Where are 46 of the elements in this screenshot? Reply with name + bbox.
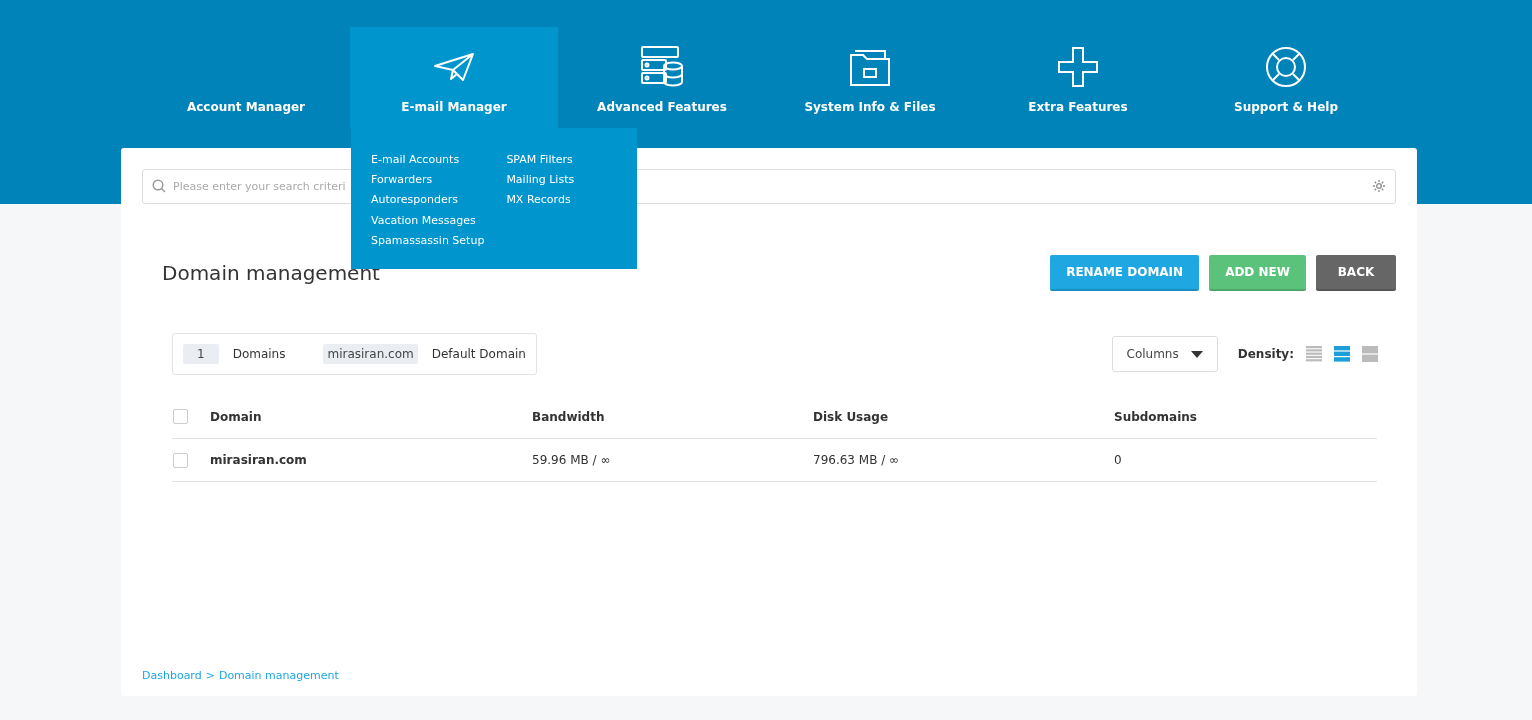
column-header[interactable]: Bandwidth: [531, 395, 812, 439]
nav-tab[interactable]: Account Manager: [142, 27, 350, 128]
paper-plane-icon: [433, 52, 475, 82]
nav-tab[interactable]: System Info & Files: [766, 27, 974, 128]
density-large-icon[interactable]: [1362, 346, 1378, 362]
nav-tab[interactable]: Extra Features: [974, 27, 1182, 128]
action-button[interactable]: RENAME DOMAIN: [1050, 255, 1200, 291]
column-header[interactable]: Domain: [209, 395, 531, 439]
nav-tab[interactable]: Advanced Features: [558, 27, 766, 128]
table-cell: 796.63 MB / ∞: [812, 438, 1113, 482]
columns-dropdown[interactable]: Columns: [1111, 336, 1218, 372]
density-compact-icon[interactable]: [1306, 346, 1322, 362]
nav-tab[interactable]: E-mail Manager: [350, 27, 558, 128]
page-title: Domain management: [162, 261, 380, 285]
density-normal-icon[interactable]: [1334, 346, 1350, 362]
column-header[interactable]: Subdomains: [1113, 395, 1377, 439]
menu-item[interactable]: Mailing Lists: [506, 170, 575, 191]
density-label: Density:: [1237, 347, 1294, 361]
settings-icon[interactable]: [1372, 179, 1386, 193]
menu-item[interactable]: Forwarders: [371, 170, 485, 191]
caret-icon: [1190, 350, 1203, 358]
folder-icon: [849, 47, 891, 87]
select-all-checkbox[interactable]: [173, 409, 188, 424]
nav-tab[interactable]: Support & Help: [1182, 27, 1390, 128]
row-checkbox[interactable]: [173, 452, 188, 468]
menu-item[interactable]: E-mail Accounts: [371, 150, 485, 171]
action-button[interactable]: BACK: [1316, 255, 1396, 291]
table-cell: 0: [1113, 438, 1377, 482]
table-cell: 59.96 MB / ∞: [531, 438, 812, 482]
default-domain: mirasiran.com: [323, 344, 418, 364]
menu-item[interactable]: Spamassassin Setup: [371, 230, 485, 251]
column-header[interactable]: Disk Usage: [812, 395, 1113, 439]
default-label: Default Domain: [431, 347, 526, 361]
lifebuoy-icon: [1265, 46, 1307, 88]
count-label: Domains: [232, 347, 286, 361]
breadcrumb-link[interactable]: Domain management: [218, 669, 339, 682]
menu-item[interactable]: SPAM Filters: [506, 150, 575, 171]
search-icon: [152, 179, 166, 193]
action-button[interactable]: ADD NEW: [1209, 255, 1306, 291]
breadcrumb-link[interactable]: Dashboard: [142, 669, 202, 682]
menu-item[interactable]: Vacation Messages: [371, 210, 485, 231]
breadcrumb-separator: >: [205, 669, 215, 682]
plus-icon: [1057, 46, 1099, 88]
table-cell: mirasiran.com: [209, 438, 531, 482]
database-icon: [640, 46, 684, 88]
domain-count: 1: [183, 344, 219, 364]
